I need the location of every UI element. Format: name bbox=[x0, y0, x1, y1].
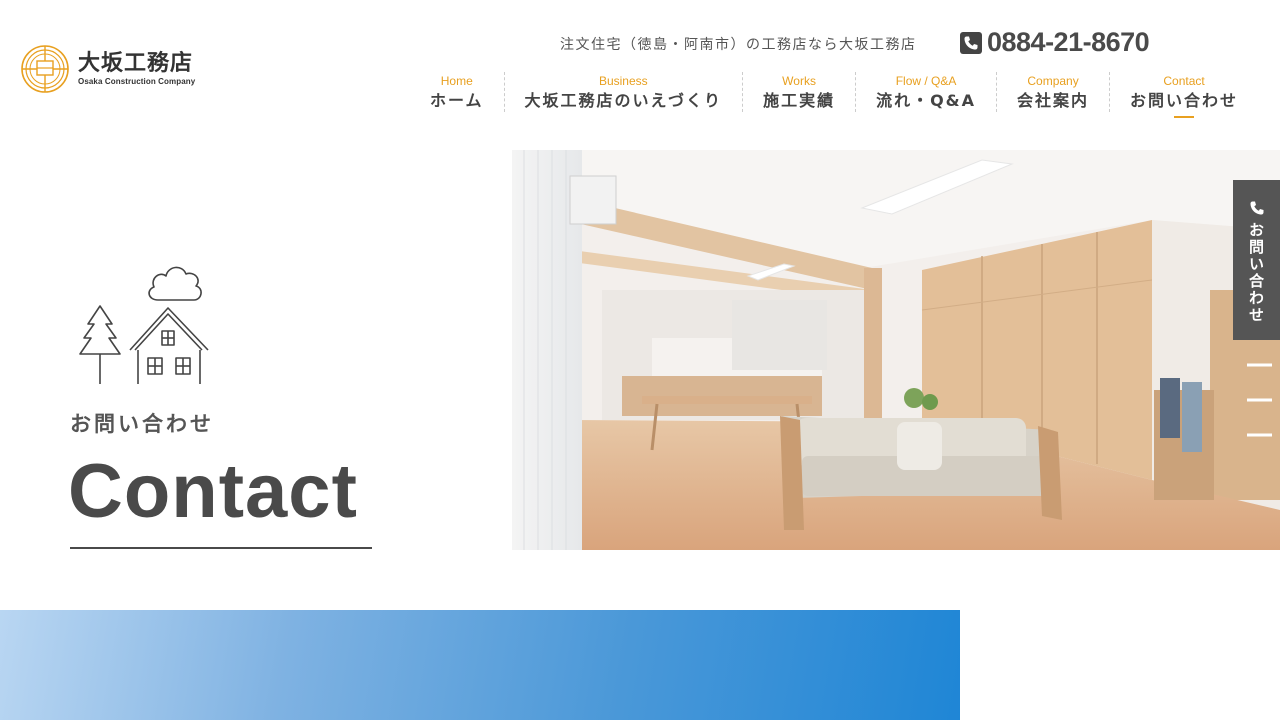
blue-banner-band bbox=[0, 610, 960, 720]
nav-item-label: 会社案内 bbox=[1017, 91, 1090, 110]
nav-item-en: Works bbox=[782, 74, 816, 88]
nav-item-label: 流れ・Q&A bbox=[876, 91, 977, 110]
page-subtitle: お問い合わせ bbox=[70, 412, 214, 436]
nav-item-flow-qa[interactable]: Flow / Q&A 流れ・Q&A bbox=[855, 72, 996, 112]
title-underline bbox=[70, 547, 372, 549]
main-nav: Home ホーム Business 大坂工務店のいえづくり Works 施工実績… bbox=[410, 72, 1258, 118]
nav-item-contact[interactable]: Contact お問い合わせ bbox=[1109, 72, 1258, 118]
nav-item-en: Flow / Q&A bbox=[895, 74, 957, 88]
nav-item-en: Home bbox=[440, 74, 473, 88]
hero-interior-photo bbox=[512, 150, 1280, 550]
nav-item-label: お問い合わせ bbox=[1130, 91, 1239, 110]
page-title: Contact bbox=[68, 449, 358, 534]
logo-title: 大坂工務店 bbox=[78, 51, 194, 77]
nav-item-home[interactable]: Home ホーム bbox=[410, 72, 504, 112]
logo-mark-icon bbox=[21, 45, 69, 93]
nav-item-label: 施工実績 bbox=[763, 91, 836, 110]
nav-item-en: Contact bbox=[1163, 74, 1205, 88]
nav-item-en: Business bbox=[598, 74, 648, 88]
phone-number: 0884-21-8670 bbox=[987, 27, 1150, 57]
nav-item-business[interactable]: Business 大坂工務店のいえづくり bbox=[503, 72, 743, 112]
nav-item-label: 大坂工務店のいえづくり bbox=[524, 91, 723, 110]
phone-icon bbox=[960, 31, 982, 54]
nav-item-company[interactable]: Company 会社案内 bbox=[996, 72, 1109, 112]
nav-item-label: ホーム bbox=[430, 91, 484, 110]
side-contact-tab[interactable]: お問い合わせ bbox=[1233, 180, 1280, 340]
nav-item-en: Company bbox=[1027, 74, 1079, 88]
phone-link[interactable]: 0884-21-8670 bbox=[960, 27, 1150, 58]
phone-icon bbox=[1250, 201, 1263, 215]
header-tagline: 注文住宅（徳島・阿南市）の工務店なら大坂工務店 bbox=[560, 37, 917, 53]
side-tab-label: お問い合わせ bbox=[1247, 222, 1265, 324]
site-logo[interactable]: 大坂工務店 Osaka Construction Company bbox=[20, 44, 195, 94]
house-illustration-icon bbox=[79, 266, 209, 384]
logo-subtitle: Osaka Construction Company bbox=[78, 76, 196, 86]
nav-item-works[interactable]: Works 施工実績 bbox=[742, 72, 855, 112]
